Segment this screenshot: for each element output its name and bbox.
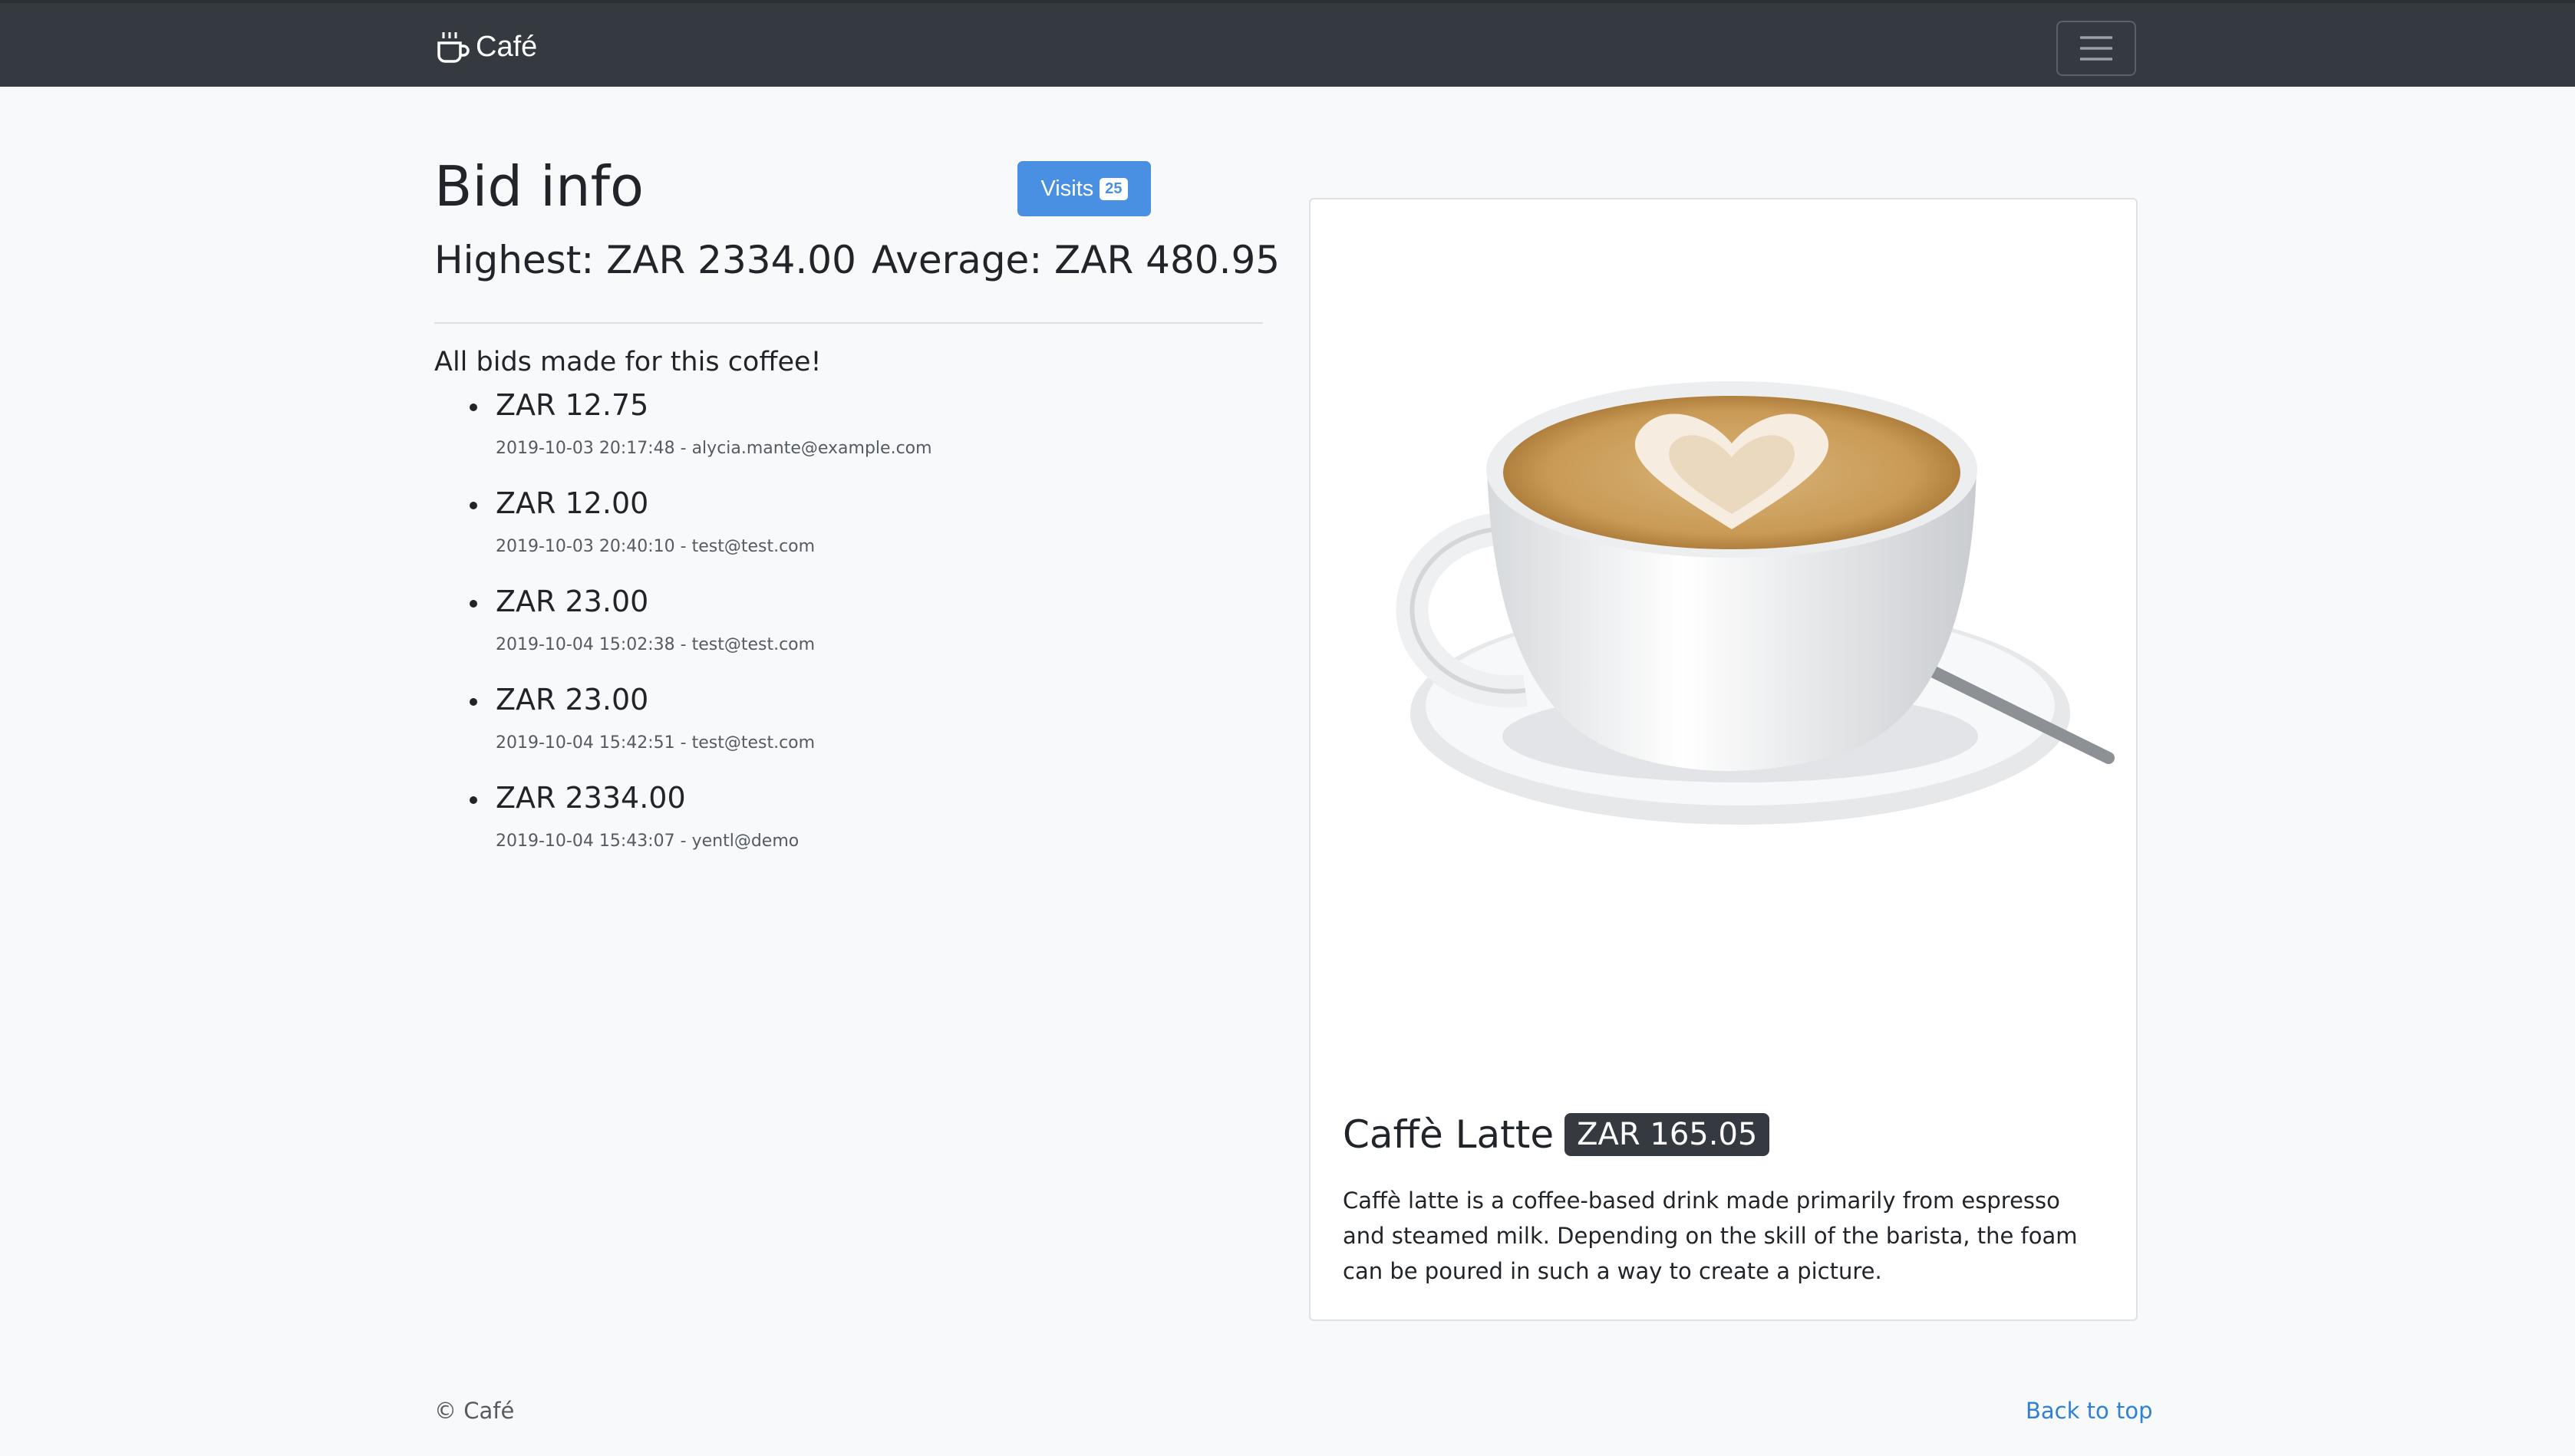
- top-navbar: Café: [0, 0, 2575, 87]
- bid-amount: ZAR 2334.00: [496, 781, 686, 815]
- product-description: Caffè latte is a coffee-based drink made…: [1343, 1188, 2078, 1284]
- bid-meta: 2019-10-03 20:40:10 - test@test.com: [496, 537, 816, 556]
- visits-label: Visits: [1040, 176, 1094, 201]
- bid-amount: ZAR 12.75: [496, 388, 649, 422]
- divider: [434, 322, 1263, 324]
- bid-meta: 2019-10-03 20:17:48 - alycia.mante@examp…: [496, 439, 932, 458]
- page-title: Bid info: [434, 154, 645, 219]
- brand-link[interactable]: Café: [434, 29, 537, 64]
- footer-copyright: © Café: [434, 1398, 515, 1424]
- bid-meta: 2019-10-04 15:43:07 - yentl@demo: [496, 832, 800, 851]
- bid-meta: 2019-10-04 15:42:51 - test@test.com: [496, 733, 816, 753]
- bid-meta: 2019-10-04 15:02:38 - test@test.com: [496, 635, 816, 654]
- hamburger-menu-icon: [2080, 36, 2112, 61]
- average-bid: Average: ZAR 480.95: [872, 238, 1281, 282]
- price-badge: ZAR 165.05: [1564, 1113, 1770, 1156]
- bid-amount: ZAR 12.00: [496, 486, 649, 520]
- latte-image: [1396, 381, 2115, 825]
- coffee-cup-icon: [437, 32, 470, 63]
- brand-label: Café: [476, 30, 538, 63]
- navbar-toggler-button[interactable]: [2056, 21, 2136, 76]
- product-name: Caffè Latte: [1343, 1112, 1555, 1157]
- bids-intro-text: All bids made for this coffee!: [434, 347, 822, 377]
- visits-button[interactable]: Visits 25: [1017, 161, 1151, 216]
- visits-count-badge: 25: [1100, 177, 1128, 200]
- bid-amount: ZAR 23.00: [496, 585, 649, 618]
- product-card: Caffè Latte ZAR 165.05 Caffè latte is a …: [1309, 198, 2138, 1321]
- back-to-top-link[interactable]: Back to top: [2026, 1398, 2152, 1424]
- product-title: Caffè Latte ZAR 165.05: [1343, 1112, 1770, 1157]
- highest-bid: Highest: ZAR 2334.00: [434, 238, 856, 282]
- bid-amount: ZAR 23.00: [496, 683, 649, 716]
